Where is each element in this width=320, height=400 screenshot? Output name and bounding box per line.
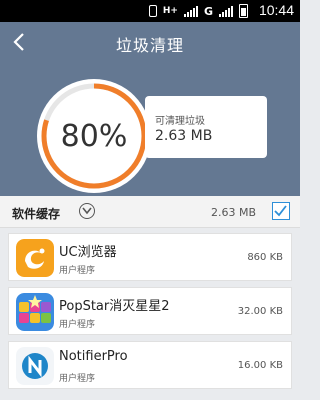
app-name: PopStar消灭星星2 (59, 299, 170, 314)
progress-percent: 80% (60, 118, 128, 154)
title-bar: 垃圾清理 (0, 22, 300, 62)
signal-icon (183, 5, 198, 17)
section-size: 2.63 MB (210, 206, 256, 219)
list-item[interactable]: NotifierPro 用户程序 16.00 KB (8, 341, 292, 389)
check-icon (274, 205, 287, 217)
popstar-icon (16, 293, 54, 331)
carrier-type-label: G (203, 4, 213, 18)
uc-browser-icon (16, 239, 54, 277)
summary-panel: 80% 可清理垃圾 2.63 MB (0, 62, 300, 196)
software-cache-header[interactable]: 软件缓存 2.63 MB (0, 196, 300, 228)
signal-icon (219, 5, 233, 17)
network-type-label: H+ (162, 6, 178, 16)
app-name: UC浏览器 (59, 245, 117, 260)
status-icons: H+ G (148, 3, 248, 19)
list-item[interactable]: PopStar消灭星星2 用户程序 32.00 KB (8, 287, 292, 335)
chevron-down-icon (82, 207, 92, 215)
app-name: NotifierPro (59, 349, 128, 364)
app-cache-size: 32.00 KB (237, 306, 283, 317)
battery-icon (239, 4, 248, 18)
list-item[interactable]: UC浏览器 用户程序 860 KB (8, 233, 292, 281)
app-type: 用户程序 (59, 320, 96, 330)
notifierpro-icon (16, 347, 54, 385)
junk-size: 2.63 MB (155, 128, 213, 144)
app-cache-size: 860 KB (247, 252, 283, 263)
select-all-checkbox[interactable] (272, 202, 290, 220)
status-bar: H+ G 10:44 (0, 0, 300, 22)
app-type: 用户程序 (59, 266, 96, 276)
app-cache-size: 16.00 KB (237, 360, 283, 371)
expand-toggle[interactable] (79, 203, 95, 219)
status-time: 10:44 (258, 2, 294, 18)
app-type: 用户程序 (59, 374, 96, 384)
junk-label: 可清理垃圾 (155, 116, 205, 127)
junk-info-card: 可清理垃圾 2.63 MB (145, 96, 267, 158)
vibrate-icon (148, 5, 157, 17)
section-title: 软件缓存 (12, 207, 61, 221)
page-title: 垃圾清理 (115, 36, 184, 55)
